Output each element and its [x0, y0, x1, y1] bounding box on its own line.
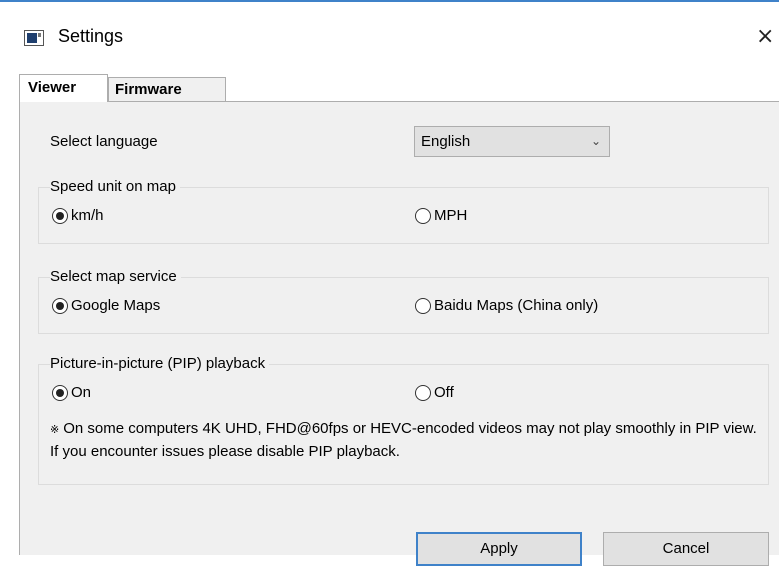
chevron-down-icon: ⌄ — [590, 134, 601, 148]
tab-viewer[interactable]: Viewer — [19, 74, 108, 102]
radio-kmh-indicator — [52, 207, 68, 224]
note-mark: ※ — [50, 424, 60, 436]
radio-kmh[interactable]: km/h — [52, 207, 104, 224]
cancel-button[interactable]: Cancel — [603, 532, 769, 566]
radio-mph-label: MPH — [434, 207, 468, 224]
radio-mph[interactable]: MPH — [415, 207, 467, 224]
radio-kmh-label: km/h — [71, 207, 104, 224]
radio-pip-off-indicator — [415, 384, 431, 401]
radio-baidu-maps[interactable]: Baidu Maps (China only) — [415, 297, 598, 314]
radio-mph-indicator — [415, 207, 431, 224]
radio-baidu-maps-label: Baidu Maps (China only) — [434, 297, 599, 314]
radio-pip-on[interactable]: On — [52, 384, 91, 401]
radio-google-maps-indicator — [52, 297, 68, 314]
app-icon-mark — [38, 33, 41, 37]
close-icon[interactable]: × — [756, 24, 774, 49]
tab-firmware[interactable]: Firmware — [108, 77, 226, 102]
radio-baidu-maps-indicator — [415, 297, 431, 314]
window-title: Settings — [58, 26, 124, 46]
radio-google-maps[interactable]: Google Maps — [52, 297, 160, 314]
app-window-icon — [24, 30, 44, 46]
select-language-label: Select language — [50, 133, 158, 150]
language-selected-value: English — [421, 133, 471, 150]
radio-pip-on-label: On — [71, 384, 92, 401]
radio-pip-off-label: Off — [434, 384, 454, 401]
radio-pip-on-indicator — [52, 384, 68, 401]
speed-unit-group — [38, 187, 769, 244]
pip-title: Picture-in-picture (PIP) playback — [50, 355, 270, 372]
speed-unit-title: Speed unit on map — [50, 178, 180, 195]
map-service-title: Select map service — [50, 268, 181, 285]
title-bar[interactable]: Settings × — [0, 2, 779, 66]
radio-pip-off[interactable]: Off — [415, 384, 454, 401]
pip-note: ※ On some computers 4K UHD, FHD@60fps or … — [50, 418, 765, 462]
pip-note-text: On some computers 4K UHD, FHD@60fps or H… — [50, 420, 757, 460]
radio-google-maps-label: Google Maps — [71, 297, 161, 314]
language-dropdown[interactable]: English ⌄ — [414, 126, 610, 157]
app-icon-block — [27, 33, 37, 43]
apply-button[interactable]: Apply — [416, 532, 582, 566]
